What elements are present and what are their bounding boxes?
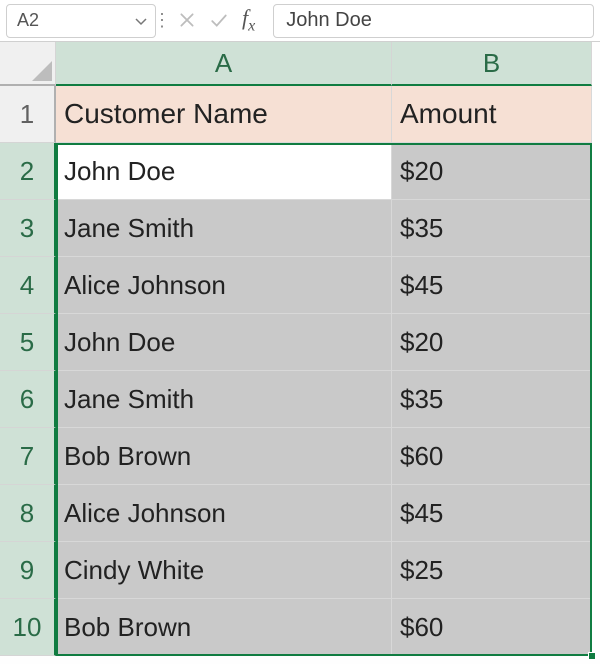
formula-controls: fx <box>168 5 265 35</box>
formula-input-value: John Doe <box>286 9 372 32</box>
cell-b10[interactable]: $60 <box>392 599 592 656</box>
cell-a8[interactable]: Alice Johnson <box>56 485 392 542</box>
fx-icon[interactable]: fx <box>242 5 255 35</box>
cell-b7[interactable]: $60 <box>392 428 592 485</box>
cell-a4[interactable]: Alice Johnson <box>56 257 392 314</box>
row-header-5[interactable]: 5 <box>0 314 56 371</box>
cancel-edit-icon[interactable] <box>178 11 196 29</box>
cell-b1[interactable]: Amount <box>392 86 592 143</box>
cell-a9[interactable]: Cindy White <box>56 542 392 599</box>
cell-b6[interactable]: $35 <box>392 371 592 428</box>
row-header-8[interactable]: 8 <box>0 485 56 542</box>
row-header-1[interactable]: 1 <box>0 86 56 143</box>
row-header-7[interactable]: 7 <box>0 428 56 485</box>
cell-a2[interactable]: John Doe <box>56 143 392 200</box>
cell-a10[interactable]: Bob Brown <box>56 599 392 656</box>
chevron-down-icon[interactable] <box>133 13 149 29</box>
row-header-2[interactable]: 2 <box>0 143 56 200</box>
column-header-b[interactable]: B <box>392 42 592 86</box>
column-header-a[interactable]: A <box>56 42 392 86</box>
separator-icon: ⋮ <box>156 10 168 31</box>
cell-b9[interactable]: $25 <box>392 542 592 599</box>
cell-a6[interactable]: Jane Smith <box>56 371 392 428</box>
row-header-9[interactable]: 9 <box>0 542 56 599</box>
cell-b4[interactable]: $45 <box>392 257 592 314</box>
select-all-triangle[interactable] <box>0 42 56 86</box>
cell-a5[interactable]: John Doe <box>56 314 392 371</box>
row-header-6[interactable]: 6 <box>0 371 56 428</box>
cell-b3[interactable]: $35 <box>392 200 592 257</box>
confirm-edit-icon[interactable] <box>210 11 228 29</box>
cell-b5[interactable]: $20 <box>392 314 592 371</box>
cell-a7[interactable]: Bob Brown <box>56 428 392 485</box>
name-box-value: A2 <box>17 10 39 31</box>
spreadsheet-grid[interactable]: A B 1 Customer Name Amount 2 John Doe $2… <box>0 42 600 656</box>
cell-b8[interactable]: $45 <box>392 485 592 542</box>
name-box[interactable]: A2 <box>6 4 156 38</box>
cell-a3[interactable]: Jane Smith <box>56 200 392 257</box>
formula-input[interactable]: John Doe <box>273 4 594 38</box>
cell-a1[interactable]: Customer Name <box>56 86 392 143</box>
row-header-3[interactable]: 3 <box>0 200 56 257</box>
row-header-4[interactable]: 4 <box>0 257 56 314</box>
row-header-10[interactable]: 10 <box>0 599 56 656</box>
cell-b2[interactable]: $20 <box>392 143 592 200</box>
formula-bar: A2 ⋮ fx John Doe <box>0 0 600 42</box>
